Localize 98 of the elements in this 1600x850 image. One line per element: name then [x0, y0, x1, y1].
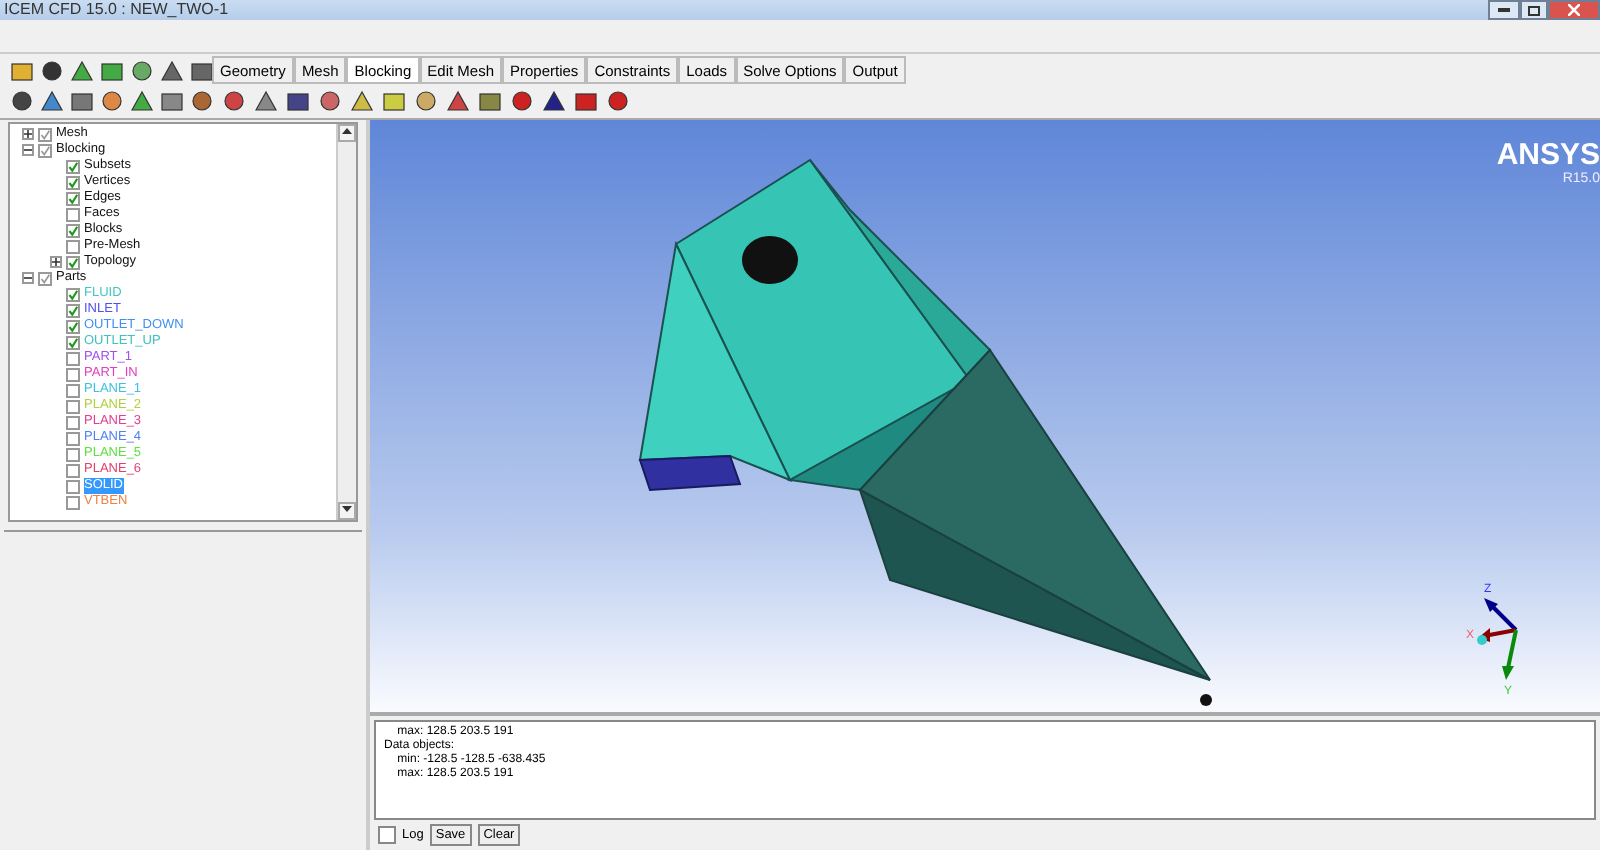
- tool-icon: [286, 90, 310, 112]
- toolbar-button[interactable]: [476, 88, 504, 114]
- checkbox[interactable]: [66, 367, 80, 381]
- checkbox[interactable]: [66, 335, 80, 349]
- tool-icon: [100, 60, 124, 82]
- toolbar-button[interactable]: [508, 88, 536, 114]
- tool-icon: [40, 90, 64, 112]
- expand-toggle[interactable]: [22, 128, 34, 140]
- toolbar-button[interactable]: [348, 88, 376, 114]
- tool-icon: [414, 90, 438, 112]
- toolbar-button[interactable]: [284, 88, 312, 114]
- toolbar-button[interactable]: [8, 58, 36, 84]
- tool-icon: [10, 60, 34, 82]
- toolbar-button[interactable]: [128, 58, 156, 84]
- toolbar-button[interactable]: [128, 88, 156, 114]
- toolbar-button[interactable]: [412, 88, 440, 114]
- toolbar-button[interactable]: [188, 88, 216, 114]
- checkbox[interactable]: [66, 207, 80, 221]
- scrollbar[interactable]: [336, 124, 356, 520]
- expand-toggle[interactable]: [22, 144, 34, 156]
- tool-icon: [350, 90, 374, 112]
- toolbar-button[interactable]: [572, 88, 600, 114]
- checkbox[interactable]: [66, 399, 80, 413]
- tool-icon: [574, 90, 598, 112]
- tool-icon: [70, 90, 94, 112]
- toolbar-button[interactable]: [252, 88, 280, 114]
- close-button[interactable]: [1548, 0, 1600, 20]
- checkbox[interactable]: [66, 303, 80, 317]
- checkbox[interactable]: [66, 255, 80, 269]
- checkbox[interactable]: [66, 431, 80, 445]
- checkbox[interactable]: [378, 826, 396, 844]
- tool-icon: [382, 90, 406, 112]
- tool-icon: [190, 60, 214, 82]
- maximize-icon: [1528, 5, 1540, 15]
- toolbar-button[interactable]: [68, 88, 96, 114]
- checkbox[interactable]: [38, 127, 52, 141]
- checkbox[interactable]: [66, 319, 80, 333]
- tool-icon: [542, 90, 566, 112]
- tool-icon: [190, 90, 214, 112]
- toolbar-button[interactable]: [38, 58, 66, 84]
- checkbox[interactable]: [66, 223, 80, 237]
- toolbar-button[interactable]: [604, 88, 632, 114]
- tool-icon: [70, 60, 94, 82]
- tool-icon: [318, 90, 342, 112]
- checkbox[interactable]: [66, 239, 80, 253]
- tool-icon: [130, 60, 154, 82]
- checkbox[interactable]: [66, 175, 80, 189]
- tool-icon: [40, 60, 64, 82]
- toolbar-button[interactable]: [316, 88, 344, 114]
- toolbar-button[interactable]: [68, 58, 96, 84]
- minimize-button[interactable]: [1488, 0, 1520, 20]
- tool-icon: [100, 90, 124, 112]
- maximize-button[interactable]: [1520, 0, 1548, 20]
- toolbar-button[interactable]: [98, 88, 126, 114]
- tool-icon: [222, 90, 246, 112]
- toolbar-button[interactable]: [158, 88, 186, 114]
- tick-icon: [68, 255, 78, 269]
- tool-icon: [160, 60, 184, 82]
- up-arrow-icon: [342, 128, 352, 134]
- toolbar-button[interactable]: [98, 58, 126, 84]
- tool-icon: [446, 90, 470, 112]
- toolbar-button[interactable]: [444, 88, 472, 114]
- checkbox[interactable]: [66, 479, 80, 493]
- scroll-up-button[interactable]: [338, 124, 356, 142]
- minimize-icon: [1498, 8, 1510, 12]
- close-icon: [1568, 4, 1580, 16]
- tick-icon: [68, 223, 78, 237]
- checkbox[interactable]: [66, 495, 80, 509]
- expand-toggle[interactable]: [50, 256, 62, 268]
- tool-icon: [606, 90, 630, 112]
- tool-icon: [160, 90, 184, 112]
- checkbox[interactable]: [66, 159, 80, 173]
- tool-icon: [130, 90, 154, 112]
- tool-icon: [10, 90, 34, 112]
- down-arrow-icon: [342, 506, 352, 512]
- checkbox[interactable]: [38, 143, 52, 157]
- brand-logo: ANSYS: [1496, 140, 1600, 172]
- expand-toggle[interactable]: [22, 272, 34, 284]
- checkbox[interactable]: [66, 463, 80, 477]
- checkbox[interactable]: [66, 383, 80, 397]
- checkbox[interactable]: [66, 287, 80, 301]
- toolbar-button[interactable]: [8, 88, 36, 114]
- toolbar-button[interactable]: [540, 88, 568, 114]
- toolbar-button[interactable]: [38, 88, 66, 114]
- checkbox[interactable]: [66, 447, 80, 461]
- tool-icon: [478, 90, 502, 112]
- tick-icon: [40, 271, 50, 285]
- toolbar-button[interactable]: [220, 88, 248, 114]
- scroll-down-button[interactable]: [338, 502, 356, 520]
- checkbox[interactable]: [66, 351, 80, 365]
- checkbox[interactable]: [38, 271, 52, 285]
- checkbox[interactable]: [66, 191, 80, 205]
- toolbar-button[interactable]: [188, 58, 216, 84]
- window-title: ICEM CFD 15.0 : NEW_TWO-1: [4, 0, 229, 20]
- tool-icon: [510, 90, 534, 112]
- checkbox[interactable]: [66, 415, 80, 429]
- toolbar-button[interactable]: [158, 58, 186, 84]
- tool-icon: [254, 90, 278, 112]
